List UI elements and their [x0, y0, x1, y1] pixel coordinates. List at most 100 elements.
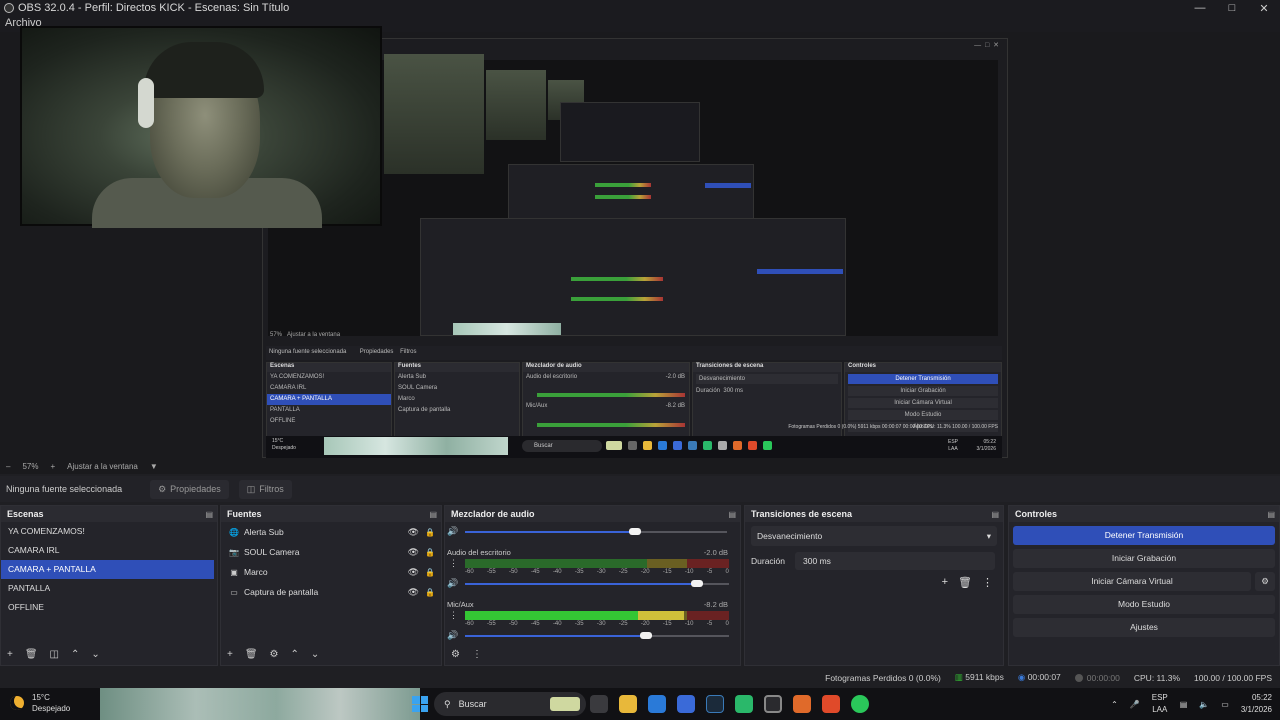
source-item[interactable]: 🌐 Alerta Sub 👁 🔒 — [221, 522, 441, 542]
lock-icon[interactable]: 🔒 — [425, 588, 435, 597]
speaker-icon[interactable]: 🔊 — [447, 629, 458, 641]
top-volume-knob[interactable] — [629, 528, 641, 535]
outlook-icon[interactable] — [648, 695, 666, 713]
eye-icon[interactable]: 👁 — [408, 587, 419, 598]
close-button[interactable]: ✕ — [1248, 0, 1280, 16]
firefox-icon[interactable] — [793, 695, 811, 713]
nested-camera-1 — [384, 54, 484, 174]
source-item[interactable]: ▣ Marco 👁 🔒 — [221, 562, 441, 582]
stop-streaming-button[interactable]: Detener Transmisión — [1013, 526, 1275, 545]
xbox-icon[interactable] — [735, 695, 753, 713]
delete-scene-icon[interactable]: 🗑 — [25, 649, 38, 660]
source-settings-icon[interactable]: ⚙ — [270, 649, 279, 660]
filter-icon: ◫ — [246, 483, 256, 494]
channel-menu-icon[interactable]: ⋮ — [449, 558, 458, 569]
start-recording-button[interactable]: Iniciar Grabación — [1013, 549, 1275, 568]
monitor-icon: ▭ — [230, 587, 238, 597]
steam-icon[interactable] — [706, 695, 724, 713]
volume-icon[interactable]: 🔈 — [1199, 700, 1209, 709]
volume-knob[interactable] — [691, 580, 703, 587]
eye-icon[interactable]: 👁 — [408, 527, 419, 538]
scene-item[interactable]: OFFLINE — [1, 598, 217, 617]
scene-item[interactable]: PANTALLA — [1, 579, 217, 598]
moon-icon — [10, 696, 24, 710]
weather-widget[interactable]: 15°C Despejado — [10, 692, 70, 714]
clock[interactable]: 05:22 3/1/2026 — [1241, 692, 1272, 716]
gear-icon[interactable]: ⚙ — [1255, 572, 1275, 591]
scenes-dock: Escenas ▤ YA COMENZAMOS! CAMARA IRL CAMAR… — [0, 505, 218, 666]
eye-icon[interactable]: 👁 — [408, 567, 419, 578]
brave-icon[interactable] — [822, 695, 840, 713]
lock-icon[interactable]: 🔒 — [425, 568, 435, 577]
live-time: ◉ 00:00:07 — [1017, 672, 1061, 682]
db-scale: -60 -55 -50 -45 -40 -35 -30 -25 -20 -15 -10 -5 0 — [465, 569, 729, 575]
speaker-icon[interactable]: 🔊 — [447, 577, 458, 589]
preview-area[interactable]: — □ ✕ 57% Ajustar a la ventana Ninguna f… — [0, 26, 1280, 458]
move-up-icon[interactable]: ⌃ — [291, 649, 299, 660]
duration-field[interactable]: 300 ms — [795, 552, 996, 570]
channel-menu-icon[interactable]: ⋮ — [449, 610, 458, 621]
duration-row: Duración 300 ms — [745, 550, 1003, 572]
system-tray: ⌃ 🎤 ESP LAA ▤ 🔈 ▭ 05:22 3/1/2026 — [1111, 692, 1272, 716]
sources-dock: Fuentes ▤ 🌐 Alerta Sub 👁 🔒 📷 SOUL Camera 👁 🔒 ▣ M… — [220, 505, 442, 666]
speaker-icon[interactable]: 🔊 — [447, 525, 458, 537]
chevron-up-icon[interactable]: ⌃ — [1111, 700, 1118, 709]
undock-icon[interactable]: ▤ — [728, 510, 736, 519]
network-icon[interactable]: ▤ — [1180, 700, 1188, 709]
level-meter-fill — [465, 611, 685, 620]
nested-props-bar: Ninguna fuente seleccionada Propiedades … — [266, 346, 1002, 360]
sources-title: Fuentes — [227, 509, 262, 519]
file-explorer-icon[interactable] — [619, 695, 637, 713]
move-down-icon[interactable]: ⌄ — [91, 649, 99, 660]
source-toolbar: Ninguna fuente seleccionada ⚙ Propiedades… — [0, 476, 1280, 502]
source-item[interactable]: 📷 SOUL Camera 👁 🔒 — [221, 542, 441, 562]
fit-window-label[interactable]: Ajustar a la ventana — [67, 462, 138, 471]
add-transition-icon[interactable]: + — [942, 576, 948, 589]
store-icon[interactable] — [677, 695, 695, 713]
volume-knob[interactable] — [640, 632, 652, 639]
maximize-button[interactable]: □ — [1216, 0, 1248, 16]
transition-menu-icon[interactable]: ⋮ — [982, 576, 993, 589]
dropped-frames: Fotogramas Perdidos 0 (0.0%) — [825, 672, 941, 683]
delete-source-icon[interactable]: 🗑 — [245, 649, 258, 660]
battery-icon[interactable]: ▭ — [1221, 700, 1229, 709]
scene-filters-icon[interactable]: ◫ — [50, 649, 59, 660]
undock-icon[interactable]: ▤ — [1267, 510, 1275, 519]
advanced-audio-icon[interactable]: ⚙ — [451, 649, 460, 660]
scene-item[interactable]: YA COMENZAMOS! — [1, 522, 217, 541]
zoom-in-button[interactable]: + — [50, 462, 55, 471]
move-up-icon[interactable]: ⌃ — [71, 649, 79, 660]
undock-icon[interactable]: ▤ — [429, 510, 437, 519]
taskbar-search[interactable]: ⚲ Buscar — [434, 692, 586, 716]
mixer-menu-icon[interactable]: ⋮ — [472, 649, 482, 660]
start-virtual-camera-button[interactable]: Iniciar Cámara Virtual — [1013, 572, 1251, 591]
chevron-down-icon[interactable]: ▼ — [150, 462, 158, 471]
windows-start-icon[interactable] — [412, 696, 428, 712]
whatsapp-icon[interactable] — [851, 695, 869, 713]
mic-icon[interactable]: 🎤 — [1130, 700, 1140, 709]
task-view-icon[interactable] — [590, 695, 608, 713]
zoom-out-button[interactable]: – — [6, 462, 10, 471]
studio-mode-button[interactable]: Modo Estudio — [1013, 595, 1275, 614]
minimize-button[interactable]: — — [1184, 0, 1216, 16]
scene-item[interactable]: CAMARA IRL — [1, 541, 217, 560]
scene-item-selected[interactable]: CAMARA + PANTALLA — [1, 560, 214, 579]
undock-icon[interactable]: ▤ — [991, 510, 999, 519]
language-indicator[interactable]: ESP LAA — [1152, 692, 1168, 716]
undock-icon[interactable]: ▤ — [205, 510, 213, 519]
transition-select[interactable]: Desvanecimiento ▾ — [751, 526, 997, 546]
lock-icon[interactable]: 🔒 — [425, 528, 435, 537]
lock-icon[interactable]: 🔒 — [425, 548, 435, 557]
mixer-title: Mezclador de audio — [451, 509, 535, 519]
source-item[interactable]: ▭ Captura de pantalla 👁 🔒 — [221, 582, 441, 602]
delete-transition-icon[interactable]: 🗑 — [958, 576, 972, 589]
properties-button[interactable]: ⚙ Propiedades — [150, 479, 229, 499]
filters-button[interactable]: ◫ Filtros — [238, 479, 292, 499]
settings-button[interactable]: Ajustes — [1013, 618, 1275, 637]
add-source-icon[interactable]: + — [227, 649, 233, 660]
move-down-icon[interactable]: ⌄ — [311, 649, 319, 660]
obs-taskbar-icon[interactable] — [764, 695, 782, 713]
mixer-channel-mic: Mic/Aux -8.2 dB ⋮ -60 -55 -50 -45 -40 -35 -30-… — [445, 596, 740, 648]
eye-icon[interactable]: 👁 — [408, 547, 419, 558]
add-scene-icon[interactable]: + — [7, 649, 13, 660]
